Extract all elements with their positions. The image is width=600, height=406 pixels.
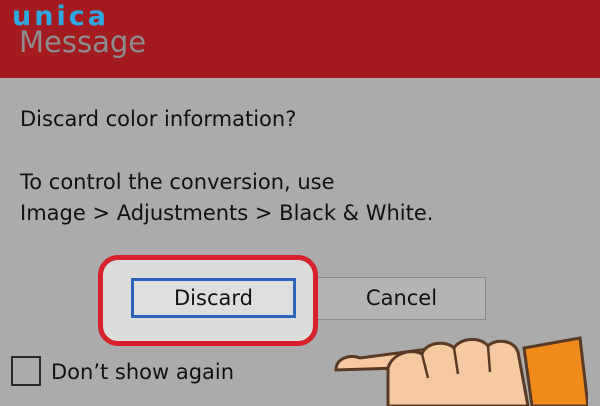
instruction-line-2: Image > Adjustments > Black & White.: [20, 201, 434, 225]
dialog-question: Discard color information?: [20, 107, 297, 131]
dialog-title: Message: [19, 25, 147, 59]
title-bar: unica Message: [0, 0, 600, 78]
dont-show-again-label: Don’t show again: [51, 360, 235, 384]
pointing-hand-icon: [334, 336, 588, 406]
cancel-button[interactable]: Cancel: [318, 277, 486, 320]
discard-button[interactable]: Discard: [131, 278, 296, 318]
dont-show-again-checkbox[interactable]: [11, 356, 41, 386]
instruction-line-1: To control the conversion, use: [20, 170, 335, 194]
